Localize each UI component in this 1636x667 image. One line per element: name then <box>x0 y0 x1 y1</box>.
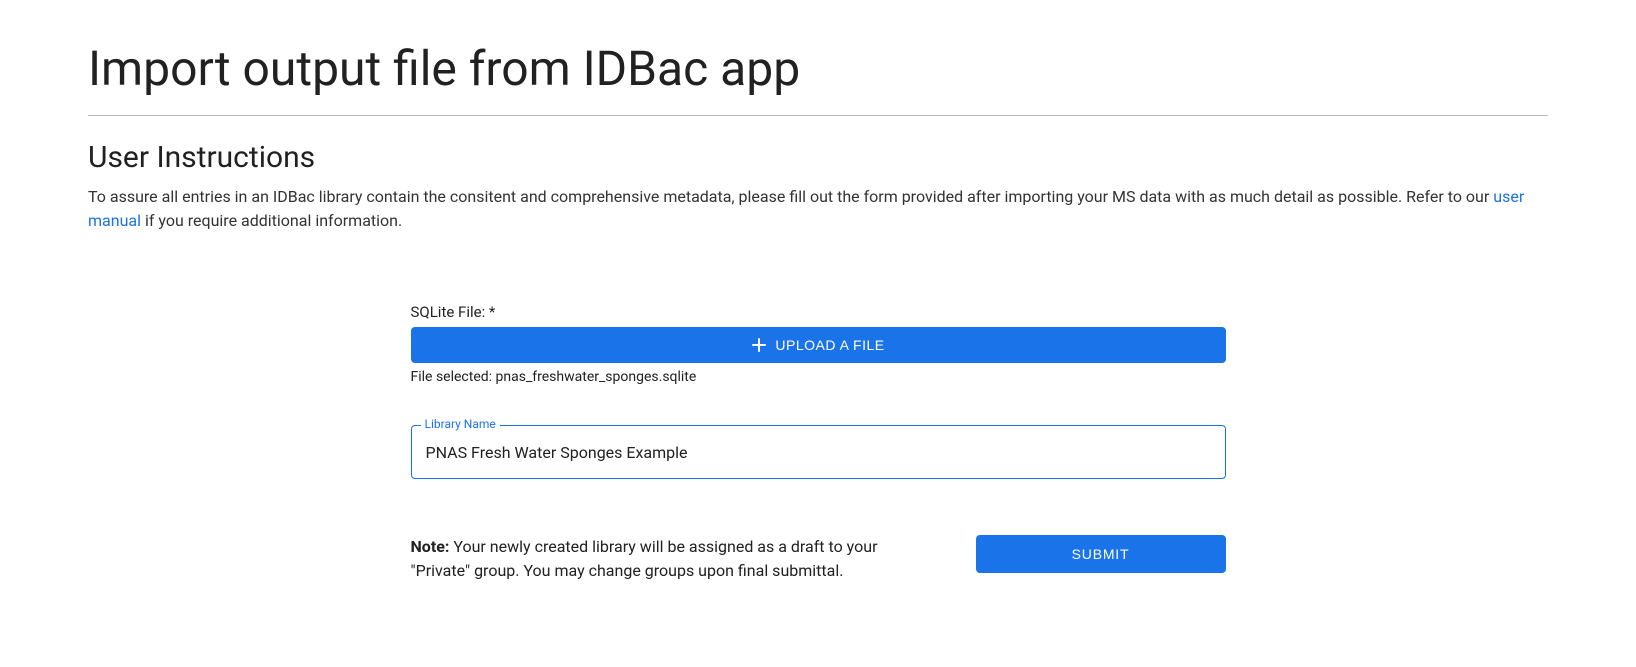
plus-icon <box>751 337 767 353</box>
note-label: Note: <box>411 537 450 556</box>
selected-file-text: File selected: pnas_freshwater_sponges.s… <box>411 369 1226 385</box>
title-divider <box>88 115 1548 116</box>
note-text: Note: Your newly created library will be… <box>411 535 936 583</box>
page-title: Import output file from IDBac app <box>88 40 1548 97</box>
note-body: Your newly created library will be assig… <box>411 537 878 580</box>
upload-button-label: UPLOAD A FILE <box>775 337 884 353</box>
import-form: SQLite File: * UPLOAD A FILE File select… <box>411 303 1226 583</box>
instructions-heading: User Instructions <box>88 140 1548 175</box>
library-name-field: Library Name <box>411 425 1226 479</box>
library-name-input[interactable] <box>411 425 1226 479</box>
instructions-text-before: To assure all entries in an IDBac librar… <box>88 187 1493 206</box>
form-footer: Note: Your newly created library will be… <box>411 535 1226 583</box>
selected-file-prefix: File selected: <box>411 369 496 385</box>
upload-file-button[interactable]: UPLOAD A FILE <box>411 327 1226 363</box>
submit-button[interactable]: SUBMIT <box>976 535 1226 573</box>
instructions-text-after: if you require additional information. <box>141 211 402 230</box>
library-name-label: Library Name <box>421 417 500 431</box>
instructions-text: To assure all entries in an IDBac librar… <box>88 185 1548 233</box>
sqlite-file-label: SQLite File: * <box>411 303 1226 321</box>
selected-file-name: pnas_freshwater_sponges.sqlite <box>496 369 697 385</box>
